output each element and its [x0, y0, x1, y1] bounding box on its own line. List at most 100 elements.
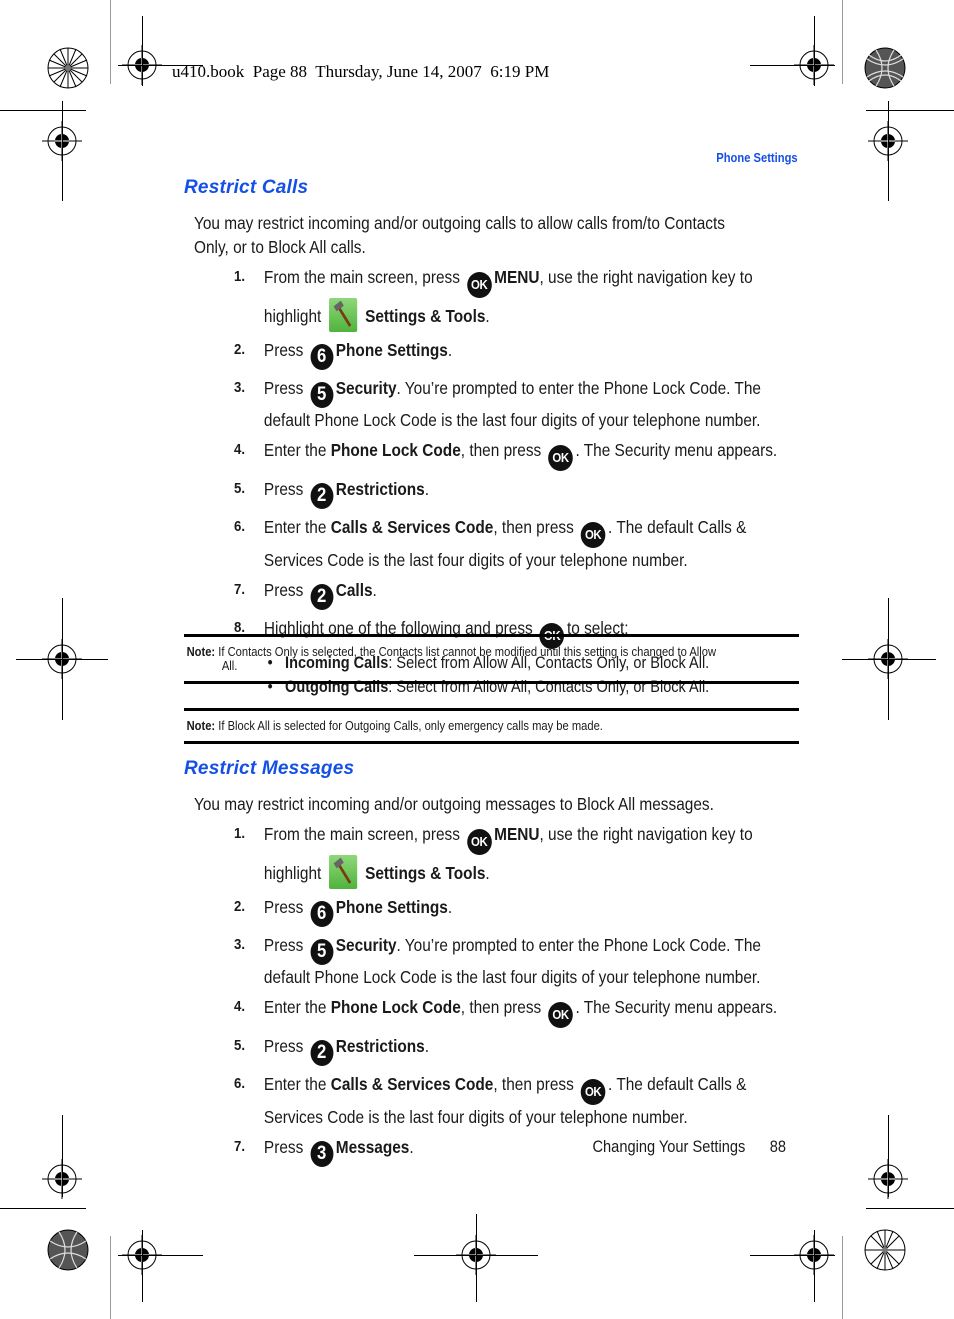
trim-line — [866, 110, 954, 111]
trim-line — [476, 1214, 477, 1302]
steps-list-restrict-messages: 1. From the main screen, press OK MENU, u… — [234, 822, 797, 1173]
note-label: Note: — [186, 718, 216, 733]
step-number: 6. — [234, 518, 246, 535]
trim-line — [142, 16, 143, 86]
step-text: , then press — [460, 997, 542, 1017]
step-number: 2. — [234, 341, 246, 358]
step-item: 6. Enter the Calls & Services Code, then… — [234, 515, 797, 572]
step-number: 3. — [234, 936, 246, 953]
note-box: Note: If Contacts Only is selected, the … — [184, 634, 799, 684]
trim-line — [16, 659, 108, 660]
step-item: 7. Press 2 Calls. — [234, 578, 797, 610]
step-item: 3. Press 5 Security. You’re prompted to e… — [234, 376, 797, 432]
key-5-icon: 5 — [310, 382, 334, 408]
star-target-icon — [864, 47, 906, 89]
step-text: Enter the — [263, 997, 327, 1017]
step-bold: Restrictions — [335, 1036, 425, 1056]
ok-key-icon: OK — [548, 1002, 573, 1028]
step-text: Press — [263, 1036, 304, 1056]
trim-line — [814, 16, 815, 86]
step-item: 6. Enter the Calls & Services Code, then… — [234, 1072, 797, 1129]
print-header-date: Thursday, June 14, 2007 — [315, 62, 482, 81]
note-label: Note: — [186, 644, 216, 659]
key-6-icon: 6 — [310, 901, 334, 927]
step-text: , then press — [493, 517, 574, 537]
trim-line — [888, 1115, 889, 1197]
trim-line — [0, 1208, 86, 1209]
trim-line — [110, 0, 111, 84]
key-3-icon: 3 — [310, 1141, 334, 1167]
section-title-restrict-messages: Restrict Messages — [184, 758, 355, 779]
step-item: 4. Enter the Phone Lock Code, then press… — [234, 438, 797, 471]
section-intro: You may restrict incoming and/or outgoin… — [194, 213, 725, 257]
settings-tools-icon — [329, 855, 358, 889]
settings-tools-icon — [329, 298, 358, 332]
note-box: Note: If Block All is selected for Outgo… — [184, 708, 799, 744]
key-2-icon: 2 — [310, 483, 334, 509]
step-text: Press — [263, 479, 304, 499]
footer-chapter: Changing Your Settings — [592, 1137, 746, 1156]
note-text: If Contacts Only is selected, the Contac… — [218, 644, 717, 659]
step-number: 1. — [234, 268, 246, 285]
step-bold: Security — [335, 935, 397, 955]
trim-line — [814, 1230, 815, 1302]
step-text: . The Security menu appears. — [575, 997, 778, 1017]
step-text: . — [447, 897, 453, 917]
step-bold: Phone Settings — [335, 897, 448, 917]
note-text: If Block All is selected for Outgoing Ca… — [218, 718, 603, 733]
step-text: , then press — [460, 440, 542, 460]
trim-line — [118, 1255, 203, 1256]
step-number: 2. — [234, 898, 246, 915]
step-text: . — [372, 580, 377, 600]
trim-line — [842, 1236, 843, 1319]
ok-key-icon: OK — [580, 522, 606, 548]
step-item: 2. Press 6 Phone Settings. — [234, 895, 797, 927]
step-text: Enter the — [263, 440, 327, 460]
step-item: 5. Press 2 Restrictions. — [234, 477, 797, 509]
step-bold: Phone Lock Code — [330, 997, 461, 1017]
step-text: Press — [263, 340, 304, 360]
key-6-icon: 6 — [310, 344, 334, 370]
step-number: 3. — [234, 379, 246, 396]
step-text: Press — [263, 378, 304, 398]
step-bold: Security — [335, 378, 397, 398]
step-bold: Settings & Tools — [365, 306, 486, 326]
trim-line — [842, 659, 936, 660]
step-bold: Restrictions — [335, 479, 425, 499]
step-text: Press — [263, 580, 304, 600]
step-number: 4. — [234, 441, 246, 458]
step-number: 7. — [234, 1138, 246, 1155]
step-text: . — [447, 340, 453, 360]
page-footer: Changing Your Settings 88 — [593, 1137, 786, 1157]
ok-key-icon: OK — [580, 1079, 606, 1105]
trim-line — [888, 101, 889, 201]
step-item: 3. Press 5 Security. You’re prompted to e… — [234, 933, 797, 989]
running-head: Phone Settings — [716, 150, 798, 165]
note-text-continued: All. — [221, 658, 238, 673]
step-text: Enter the — [263, 1074, 327, 1094]
print-header-page: Page 88 — [252, 62, 308, 81]
step-number: 7. — [234, 581, 246, 598]
trim-line — [62, 101, 63, 201]
step-item: 5. Press 2 Restrictions. — [234, 1034, 797, 1066]
step-bold: MENU — [494, 267, 540, 287]
step-text: . — [424, 1036, 430, 1056]
step-text: . The Security menu appears. — [575, 440, 778, 460]
section-title-restrict-calls: Restrict Calls — [184, 177, 309, 198]
step-bold: Settings & Tools — [365, 863, 486, 883]
step-text: From the main screen, press — [263, 267, 460, 287]
print-header-file: u410.book — [172, 62, 245, 81]
step-bold: Messages — [335, 1137, 410, 1157]
step-text: . — [485, 863, 490, 883]
step-item: 4. Enter the Phone Lock Code, then press… — [234, 995, 797, 1028]
step-bold: Calls & Services Code — [330, 1074, 494, 1094]
step-text: Press — [263, 1137, 304, 1157]
ok-key-icon: OK — [466, 272, 492, 298]
star-target-icon — [47, 1229, 89, 1271]
step-bold: Phone Settings — [335, 340, 448, 360]
ok-key-icon: OK — [466, 829, 492, 855]
trim-line — [62, 1115, 63, 1197]
step-number: 6. — [234, 1075, 246, 1092]
step-item: 1. From the main screen, press OK MENU, u… — [234, 265, 797, 332]
step-bold: Phone Lock Code — [330, 440, 461, 460]
